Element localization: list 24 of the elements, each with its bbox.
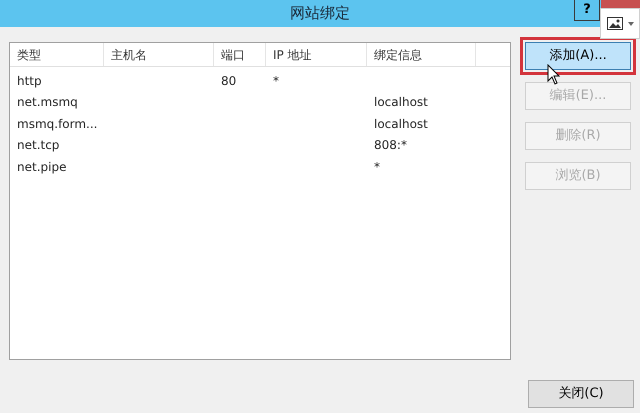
column-header[interactable]: IP 地址	[273, 46, 312, 64]
table-cell: http	[17, 74, 42, 88]
table-cell: net.msmq	[17, 95, 78, 110]
column-header[interactable]: 绑定信息	[374, 46, 422, 64]
image-toolbar[interactable]	[600, 8, 640, 39]
table-cell: net.tcp	[17, 138, 60, 152]
table-cell: msmq.form...	[17, 116, 98, 131]
column-header[interactable]: 主机名	[111, 46, 147, 64]
column-header[interactable]: 端口	[221, 46, 245, 64]
column-header[interactable]: 类型	[17, 46, 41, 64]
table-cell: 80	[221, 74, 236, 88]
table-cell: *	[273, 74, 279, 88]
table-cell: net.pipe	[17, 160, 66, 174]
table-cell: localhost	[374, 116, 428, 131]
image-icon	[606, 17, 622, 30]
table-cell: 808:*	[374, 138, 407, 152]
cursor-icon	[547, 64, 561, 85]
window-title: 网站绑定	[290, 3, 350, 24]
help-button[interactable]: ?	[574, 0, 600, 21]
action-button[interactable]: 添加(A)...	[525, 42, 631, 70]
close-button[interactable]: 关闭(C)	[528, 380, 634, 408]
caret-icon	[628, 22, 634, 26]
table-cell: localhost	[374, 95, 428, 110]
table-cell: *	[374, 160, 380, 174]
